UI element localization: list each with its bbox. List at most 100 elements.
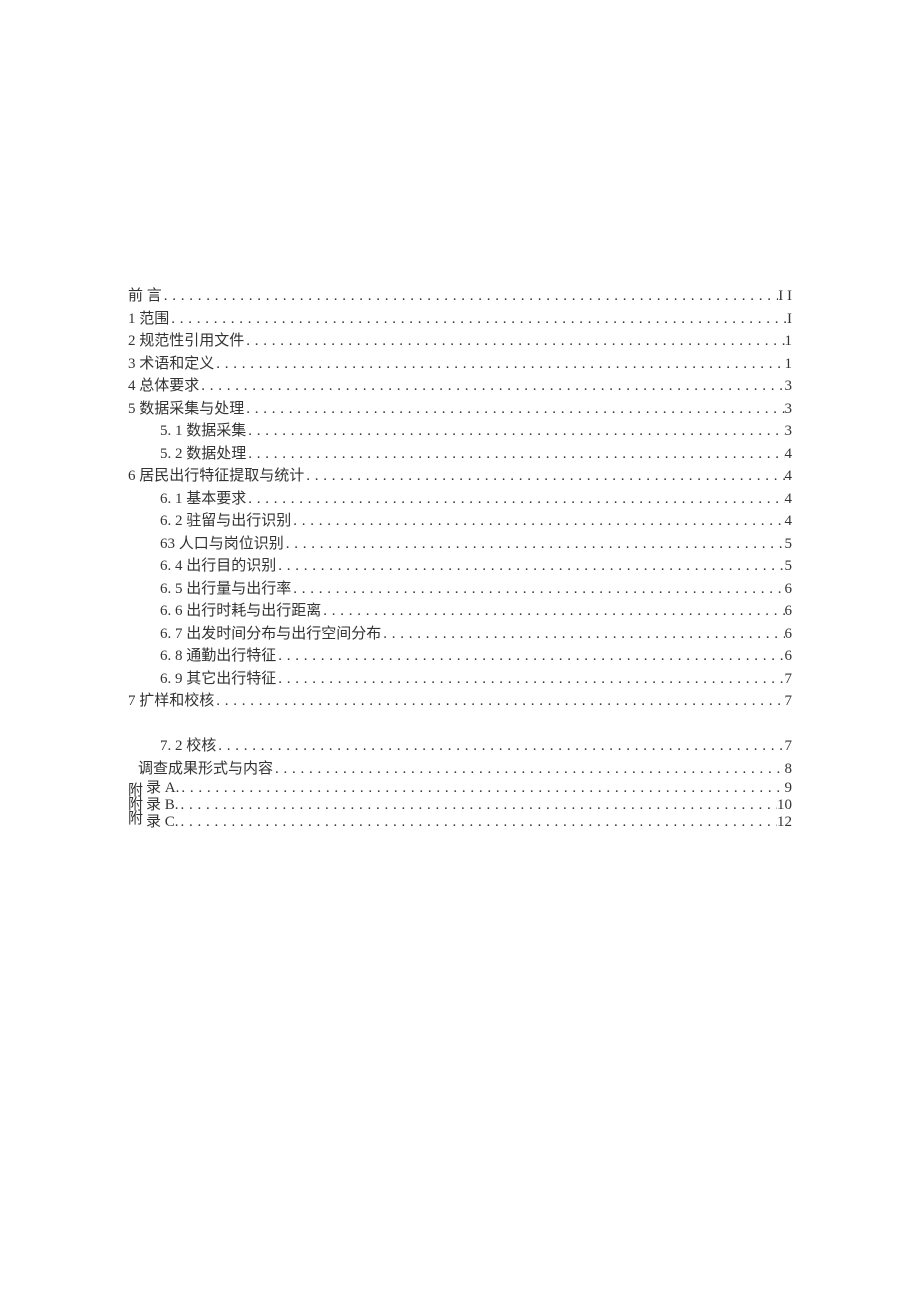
toc-leader: [276, 645, 784, 668]
toc-label: 2 规范性引用文件: [128, 330, 244, 353]
toc-label: 5. 2 数据处理: [160, 443, 246, 466]
toc-label: 6. 7 出发时间分布与出行空间分布: [160, 623, 381, 646]
toc-entry: 前 言 I I: [128, 285, 792, 308]
toc-entry: 6. 6 出行时耗与出行距离 6: [128, 600, 792, 623]
toc-label: 6. 9 其它出行特征: [160, 668, 276, 691]
toc-page: 4: [785, 443, 793, 466]
toc-leader: [284, 533, 785, 556]
toc-leader: [244, 330, 784, 353]
appendix-prefix: 附 附 附: [128, 784, 143, 826]
toc-label: 前 言: [128, 285, 162, 308]
toc-label: 3 术语和定义: [128, 353, 214, 376]
toc-label: 录 A.: [146, 780, 179, 797]
toc-page: 8: [785, 758, 793, 781]
toc-page: 6: [785, 578, 793, 601]
toc-leader: [214, 690, 784, 713]
toc-label: 6. 1 基本要求: [160, 488, 246, 511]
toc-entry: 5. 2 数据处理 4: [128, 443, 792, 466]
toc-label: 6. 6 出行时耗与出行距离: [160, 600, 321, 623]
toc-entry: 1 范围 I: [128, 308, 792, 331]
toc-page: I I: [778, 285, 792, 308]
toc-entry: 录 A. 9: [146, 780, 792, 797]
toc-leader: [291, 578, 784, 601]
toc-entry: 3 术语和定义 1: [128, 353, 792, 376]
toc-entry: 6. 8 通勤出行特征 6: [128, 645, 792, 668]
toc-entry: 6. 1 基本要求 4: [128, 488, 792, 511]
toc-leader: [162, 285, 778, 308]
toc-label: 录 B.: [146, 797, 179, 814]
toc-page: I: [787, 308, 792, 331]
toc-label: 6. 5 出行量与出行率: [160, 578, 291, 601]
toc-leader: [291, 510, 784, 533]
toc-label: 63 人口与岗位识别: [160, 533, 284, 556]
toc-entry: 2 规范性引用文件 1: [128, 330, 792, 353]
toc-entry: 6. 9 其它出行特征 7: [128, 668, 792, 691]
toc-leader: [179, 780, 784, 797]
toc-leader: [276, 555, 784, 578]
appendix-prefix-char: 附: [128, 812, 143, 826]
toc-entry: 录 B. 10: [146, 797, 792, 814]
toc-entry: 6. 5 出行量与出行率 6: [128, 578, 792, 601]
toc-leader: [244, 398, 784, 421]
table-of-contents: 前 言 I I 1 范围 I 2 规范性引用文件 1 3 术语和定义 1 4 总…: [128, 285, 792, 832]
toc-leader: [246, 443, 784, 466]
toc-entry: 6. 2 驻留与出行识别 4: [128, 510, 792, 533]
toc-entry: 5 数据采集与处理 3: [128, 398, 792, 421]
toc-leader: [216, 735, 784, 758]
toc-page: 6: [785, 623, 793, 646]
toc-label: 6. 4 出行目的识别: [160, 555, 276, 578]
toc-page: 3: [785, 375, 793, 398]
toc-label: 6. 8 通勤出行特征: [160, 645, 276, 668]
document-page: 前 言 I I 1 范围 I 2 规范性引用文件 1 3 术语和定义 1 4 总…: [0, 0, 920, 892]
toc-label: 6 居民出行特征提取与统计: [128, 465, 304, 488]
toc-leader: [179, 814, 777, 831]
toc-entry: 录 C. 12: [146, 814, 792, 831]
toc-entry: 63 人口与岗位识别 5: [128, 533, 792, 556]
toc-leader: [276, 668, 784, 691]
toc-entry: 6. 7 出发时间分布与出行空间分布 6: [128, 623, 792, 646]
toc-leader: [273, 758, 784, 781]
toc-label: 6. 2 驻留与出行识别: [160, 510, 291, 533]
toc-label: 7. 2 校核: [160, 735, 216, 758]
toc-label: 录 C.: [146, 814, 179, 831]
toc-label: 5. 1 数据采集: [160, 420, 246, 443]
toc-entry: 7. 2 校核 7: [128, 735, 792, 758]
toc-leader: [246, 420, 784, 443]
toc-leader: [179, 797, 777, 814]
toc-page: 12: [777, 814, 792, 831]
toc-page: 6: [785, 645, 793, 668]
toc-page: 7: [785, 735, 793, 758]
toc-entry: 6 居民出行特征提取与统计 4: [128, 465, 792, 488]
toc-leader: [304, 465, 784, 488]
toc-page: 5: [785, 555, 793, 578]
appendix-prefix-char: 附: [128, 798, 143, 812]
toc-leader: [169, 308, 787, 331]
appendix-block: 附 附 附 录 A. 9 录 B. 10 录 C. 12: [128, 780, 792, 832]
toc-page: 3: [785, 420, 793, 443]
toc-entry: 调查成果形式与内容 8: [128, 758, 792, 781]
toc-page: 4: [785, 465, 793, 488]
toc-page: 1: [785, 353, 793, 376]
toc-leader: [381, 623, 784, 646]
toc-leader: [214, 353, 784, 376]
toc-page: 3: [785, 398, 793, 421]
toc-label: 7 扩样和校核: [128, 690, 214, 713]
toc-leader: [321, 600, 784, 623]
toc-page: 4: [785, 510, 793, 533]
toc-label: 5 数据采集与处理: [128, 398, 244, 421]
toc-entry: 6. 4 出行目的识别 5: [128, 555, 792, 578]
toc-page: 1: [785, 330, 793, 353]
toc-label: 1 范围: [128, 308, 169, 331]
toc-page: 7: [785, 690, 793, 713]
appendix-prefix-char: 附: [128, 784, 143, 798]
toc-gap: [128, 713, 792, 736]
toc-page: 4: [785, 488, 793, 511]
toc-label: 4 总体要求: [128, 375, 199, 398]
toc-entry: 4 总体要求 3: [128, 375, 792, 398]
toc-leader: [246, 488, 784, 511]
toc-page: 6: [785, 600, 793, 623]
toc-page: 9: [785, 780, 793, 797]
toc-entry: 5. 1 数据采集 3: [128, 420, 792, 443]
toc-page: 7: [785, 668, 793, 691]
toc-label: 调查成果形式与内容: [138, 758, 273, 781]
